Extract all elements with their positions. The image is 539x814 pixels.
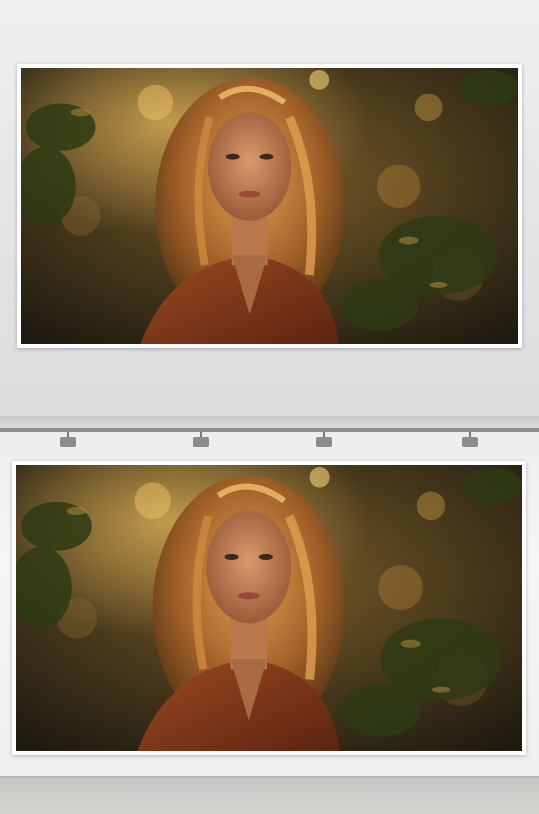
ceiling-strip: [0, 416, 539, 428]
top-photo-frame: [17, 64, 522, 348]
bottom-portrait-photo: [16, 465, 522, 751]
top-portrait-photo: [21, 68, 518, 344]
spotlight-icon: [315, 432, 333, 448]
spotlight-icon: [59, 432, 77, 448]
bottom-photo-frame: [12, 461, 526, 755]
lighting-track: [0, 428, 539, 432]
spotlight-icon: [192, 432, 210, 448]
spotlight-icon: [461, 432, 479, 448]
portrait-artwork: [21, 68, 518, 344]
gallery-floor: [0, 776, 539, 814]
portrait-artwork: [16, 465, 522, 751]
